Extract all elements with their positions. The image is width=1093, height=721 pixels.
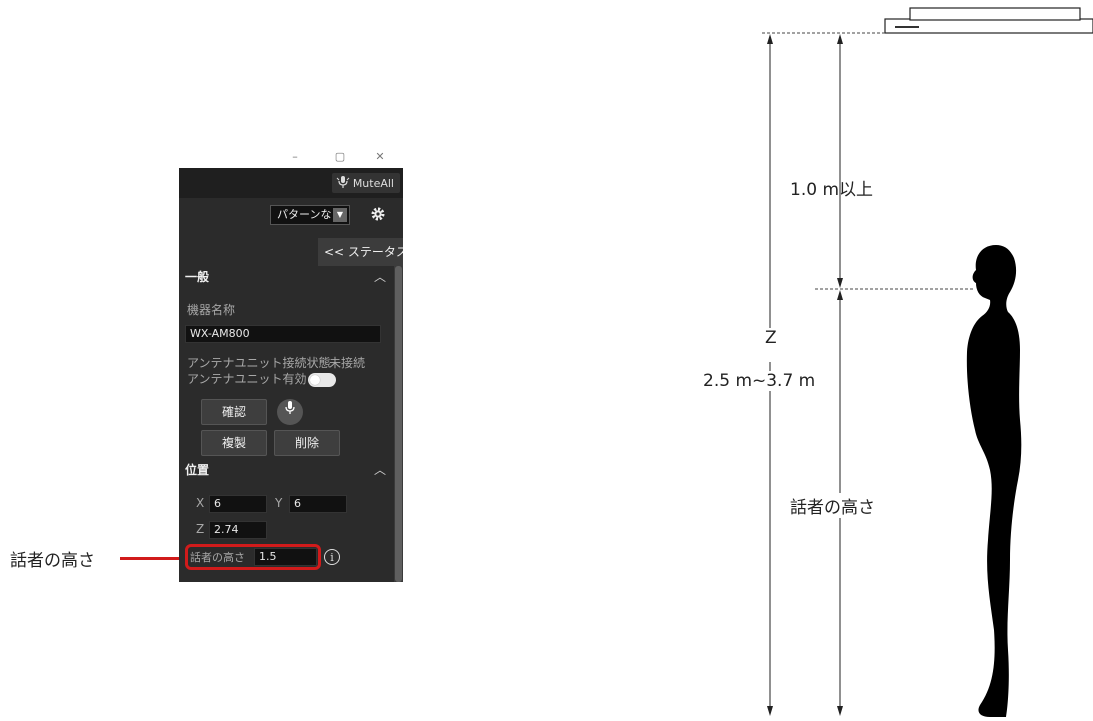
x-field[interactable]: 6 (209, 495, 267, 513)
minimize-button[interactable]: – (287, 150, 303, 163)
antenna-enabled-label: アンテナユニット有効 (187, 372, 307, 386)
speaker-arrow-top (837, 290, 843, 300)
distance-label: 1.0 m以上 (790, 180, 873, 200)
callout-pointer-line (120, 557, 188, 560)
height-diagram: 1.0 m以上 Z 2.5 m~3.7 m 話者の高さ (690, 0, 1093, 717)
muteall-label: MuteAll (352, 176, 394, 190)
speaker-arrow-bottom (837, 706, 843, 716)
general-section-header[interactable]: 一般 ︿ (179, 265, 392, 289)
diagram-drawing (762, 7, 1093, 717)
close-button[interactable]: ✕ (372, 150, 388, 163)
speaker-height-highlight (185, 544, 321, 570)
callout-speaker-height-label: 話者の高さ (10, 551, 95, 571)
scrollbar-thumb[interactable] (395, 266, 402, 582)
device-name-label: 機器名称 (187, 303, 236, 317)
device-name-field[interactable]: WX-AM800 (185, 325, 381, 343)
ceiling-device-icon (884, 7, 1093, 34)
person-silhouette-icon (966, 245, 1022, 717)
distance-arrow-top (837, 34, 843, 44)
antenna-enabled-toggle[interactable] (308, 373, 336, 387)
dropdown-arrow-icon: ▼ (333, 208, 347, 222)
delete-button[interactable]: 削除 (274, 430, 340, 456)
z-label: Z (196, 522, 205, 536)
mic-mute-icon (336, 175, 350, 191)
pattern-bar: パターンなし ▼ (179, 198, 403, 232)
info-icon[interactable]: i (324, 549, 340, 565)
confirm-button[interactable]: 確認 (201, 399, 267, 425)
z-range-label: 2.5 m~3.7 m (703, 371, 816, 391)
z-field[interactable]: 2.74 (209, 521, 267, 539)
muteall-button[interactable]: MuteAll (331, 173, 400, 193)
y-label: Y (275, 496, 283, 510)
antenna-status-label: アンテナユニット接続状態 (187, 356, 331, 370)
chevron-up-icon: ︿ (373, 463, 386, 477)
top-toolbar: MuteAll (179, 168, 403, 198)
z-arrow-top (767, 34, 773, 44)
general-section-title: 一般 (185, 270, 210, 284)
duplicate-button[interactable]: 複製 (201, 430, 267, 456)
settings-window: – ▢ ✕ MuteAll パターンなし ▼ << ステータス 一般 ︿ 機器名… (179, 148, 403, 582)
x-label: X (196, 496, 205, 510)
position-section-title: 位置 (185, 463, 210, 477)
chevron-up-icon: ︿ (373, 270, 386, 284)
y-field[interactable]: 6 (289, 495, 347, 513)
distance-arrow-bottom (837, 278, 843, 288)
pattern-select[interactable]: パターンなし ▼ (270, 205, 350, 225)
scrollbar[interactable] (394, 266, 403, 582)
gear-icon[interactable] (369, 206, 387, 224)
speaker-height-diagram-label: 話者の高さ (790, 493, 875, 518)
title-bar: – ▢ ✕ (179, 148, 403, 168)
mic-icon[interactable] (277, 399, 303, 425)
z-axis-label: Z (763, 328, 779, 348)
antenna-status-value: 未接続 (329, 356, 366, 370)
z-arrow-bottom (767, 706, 773, 716)
position-section-header[interactable]: 位置 ︿ (179, 458, 392, 482)
status-tab[interactable]: << ステータス (318, 238, 403, 266)
maximize-button[interactable]: ▢ (332, 150, 348, 163)
